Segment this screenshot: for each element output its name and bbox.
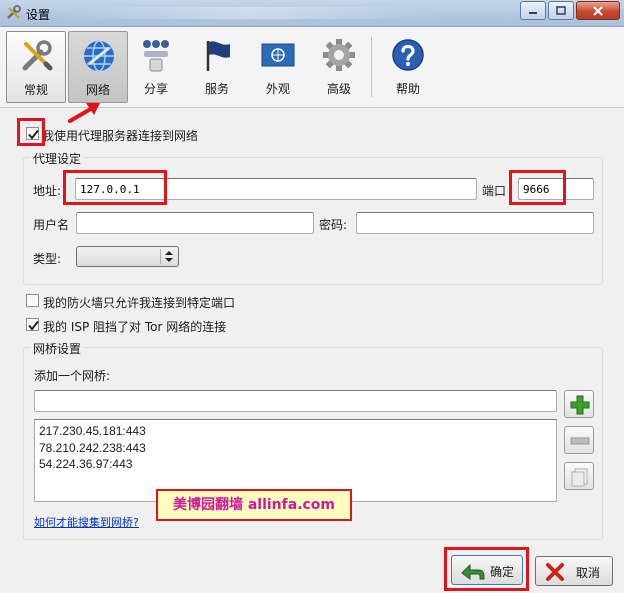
close-icon — [593, 5, 603, 16]
checkmark-icon — [28, 129, 39, 140]
annotation-arrow — [68, 103, 100, 123]
firewall-checkbox[interactable] — [26, 294, 39, 307]
minimize-button[interactable] — [520, 1, 546, 20]
wrench-screwdriver-icon — [7, 5, 21, 19]
gear-icon — [323, 39, 355, 71]
help-icon — [392, 39, 424, 71]
tab-services-label: 服务 — [204, 82, 229, 96]
tab-help[interactable]: 帮助 — [378, 31, 438, 103]
isp-blocks-label: 我的 ISP 阻挡了对 Tor 网络的连接 — [43, 320, 227, 334]
close-icon — [546, 563, 564, 581]
tab-general-label: 常规 — [23, 83, 48, 97]
use-proxy-label: 我使用代理服务器连接到网络 — [42, 129, 199, 143]
un-flag-icon — [261, 43, 295, 67]
tab-appearance[interactable]: 外观 — [248, 31, 308, 103]
wrench-screwdriver-icon — [22, 40, 53, 71]
proxy-type-select[interactable] — [76, 246, 179, 267]
maximize-button[interactable] — [548, 1, 574, 20]
password-input[interactable] — [356, 212, 594, 234]
minimize-icon — [529, 11, 537, 14]
tab-advanced-label: 高级 — [326, 82, 351, 96]
settings-toolbar: 常规 网络 分享 服务 外观 高级 帮助 — [0, 27, 624, 108]
port-label: 端口 — [482, 184, 507, 198]
firewall-label: 我的防火墙只允许我连接到特定端口 — [43, 296, 236, 310]
tab-network[interactable]: 网络 — [68, 31, 128, 103]
add-bridge-button[interactable] — [564, 390, 594, 418]
tab-share-label: 分享 — [143, 82, 168, 96]
back-arrow-icon — [461, 563, 485, 580]
address-input[interactable] — [75, 178, 477, 200]
add-bridge-label: 添加一个网桥: — [34, 369, 111, 383]
list-item[interactable]: 54.224.36.97:443 — [39, 456, 552, 473]
tab-network-label: 网络 — [85, 83, 110, 97]
tab-services[interactable]: 服务 — [187, 31, 247, 103]
tab-advanced[interactable]: 高级 — [309, 31, 369, 103]
minus-icon — [570, 437, 590, 445]
maximize-icon — [556, 5, 566, 15]
ok-button-label: 确定 — [490, 565, 515, 579]
close-button[interactable] — [576, 1, 620, 20]
address-label: 地址: — [33, 184, 62, 198]
tab-help-label: 帮助 — [395, 82, 420, 96]
globe-icon — [84, 40, 114, 72]
title-bar: 设置 — [0, 0, 624, 27]
bridge-help-link[interactable]: 如何才能搜集到网桥? — [34, 514, 139, 530]
network-share-icon — [143, 40, 169, 72]
list-item[interactable]: 78.210.242.238:443 — [39, 440, 552, 457]
remove-bridge-button[interactable] — [564, 426, 594, 454]
isp-blocks-checkbox[interactable] — [26, 318, 39, 331]
combo-separator — [160, 249, 161, 264]
username-input[interactable] — [76, 212, 314, 234]
type-label: 类型: — [33, 252, 62, 266]
copy-bridges-button[interactable] — [564, 462, 594, 490]
password-label: 密码: — [319, 218, 348, 232]
cancel-button[interactable]: 取消 — [535, 556, 613, 586]
bridge-settings-title: 网桥设置 — [30, 340, 85, 357]
tab-share[interactable]: 分享 — [126, 31, 186, 103]
plus-icon — [570, 395, 590, 415]
tab-general[interactable]: 常规 — [6, 31, 66, 103]
checkmark-icon — [28, 320, 39, 331]
watermark-banner: 美博园翻墙 allinfa.com — [156, 489, 352, 521]
spinner-arrows-icon — [165, 251, 173, 262]
ok-button[interactable]: 确定 — [451, 555, 523, 585]
list-item[interactable]: 217.230.45.181:443 — [39, 423, 552, 440]
flag-icon — [206, 41, 230, 71]
toolbar-separator — [371, 37, 372, 97]
port-input[interactable] — [518, 178, 594, 200]
proxy-settings-title: 代理设定 — [30, 150, 85, 167]
use-proxy-checkbox[interactable] — [26, 127, 39, 140]
username-label: 用户名 — [33, 218, 70, 232]
copy-icon — [571, 468, 588, 487]
blurred-background — [60, 7, 440, 19]
window-title: 设置 — [26, 8, 51, 22]
add-bridge-input[interactable] — [34, 390, 557, 412]
tab-appearance-label: 外观 — [265, 82, 290, 96]
cancel-button-label: 取消 — [576, 566, 601, 580]
